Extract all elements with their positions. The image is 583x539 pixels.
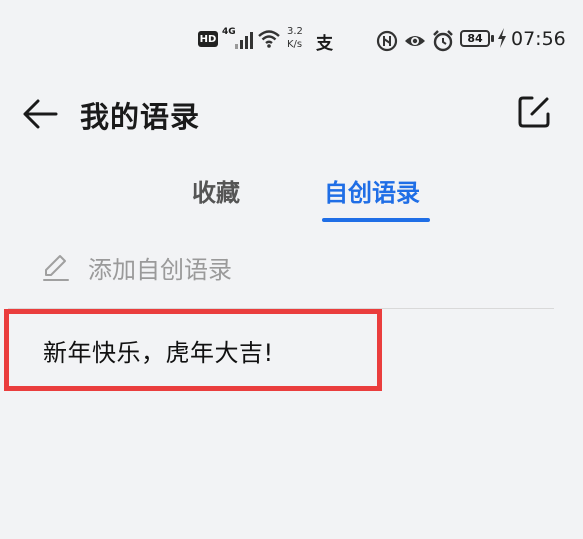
clock: 07:56: [511, 28, 566, 50]
wifi-icon: [258, 30, 280, 48]
edit-square-icon: [518, 96, 550, 128]
status-bar: HD 4G 3.2 K/s 支 84 07:56: [0, 0, 583, 80]
hd-icon: HD: [198, 31, 218, 47]
edit-button[interactable]: [512, 90, 556, 134]
quote-list-item[interactable]: 新年快乐，虎年大吉!: [4, 309, 382, 391]
nfc-icon: [376, 30, 398, 52]
tab-bar: 收藏 自创语录: [0, 165, 583, 225]
battery-level: 84: [460, 30, 490, 47]
tab-custom-quotes[interactable]: 自创语录: [324, 173, 420, 208]
back-button[interactable]: [18, 92, 62, 136]
alipay-icon: 支: [316, 34, 333, 54]
page-title: 我的语录: [80, 100, 201, 134]
arrow-left-icon: [23, 99, 58, 129]
battery-icon: 84: [460, 30, 494, 47]
network-speed: 3.2 K/s: [287, 25, 303, 51]
charging-icon: [497, 28, 507, 48]
speed-unit: K/s: [287, 39, 303, 50]
battery-cap: [491, 35, 494, 42]
tab-favorites[interactable]: 收藏: [192, 173, 240, 208]
screen: HD 4G 3.2 K/s 支 84 07:56 我的语录 收藏 自创语录 添加…: [0, 0, 583, 539]
eye-icon: [404, 30, 426, 52]
signal-icon: [234, 31, 254, 49]
alarm-icon: [432, 30, 454, 52]
speed-value: 3.2: [287, 26, 303, 37]
hd-label: HD: [199, 33, 217, 45]
add-custom-quote-button[interactable]: 添加自创语录: [40, 245, 340, 289]
add-custom-quote-label: 添加自创语录: [88, 255, 232, 284]
quote-text: 新年快乐，虎年大吉!: [43, 338, 274, 367]
app-header: 我的语录: [0, 80, 583, 150]
active-tab-indicator: [322, 218, 430, 222]
pencil-icon: [43, 255, 69, 281]
